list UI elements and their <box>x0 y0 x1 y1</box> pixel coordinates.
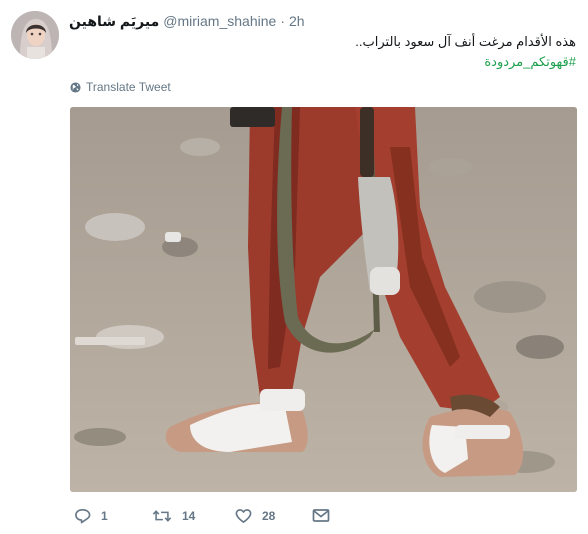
tweet-header: ميريَم شاهين @miriam_shahine · 2h <box>69 11 305 31</box>
direct-message-button[interactable] <box>312 508 340 523</box>
hashtag-link[interactable]: #قهوتكم_مردودة <box>76 52 576 72</box>
reply-count: 1 <box>101 509 108 523</box>
tweet-actions: 1 14 28 <box>70 508 470 528</box>
like-button[interactable]: 28 <box>235 508 275 524</box>
tweet-card[interactable]: ميريَم شاهين @miriam_shahine · 2h هذه ال… <box>0 0 588 534</box>
tweet-text: هذه الأقدام مرغت أنف آل سعود بالتراب.. #… <box>76 32 576 72</box>
display-name[interactable]: ميريَم شاهين <box>69 13 159 30</box>
tweet-photo[interactable] <box>70 107 577 492</box>
retweet-button[interactable]: 14 <box>152 508 195 524</box>
retweet-count: 14 <box>182 509 196 523</box>
reply-icon <box>75 509 91 524</box>
envelope-icon <box>312 509 330 522</box>
translate-tweet-link[interactable]: Translate Tweet <box>70 80 171 94</box>
separator-dot: · <box>280 13 285 29</box>
user-handle[interactable]: @miriam_shahine <box>163 13 276 29</box>
retweet-icon <box>152 510 172 522</box>
avatar[interactable] <box>11 11 59 59</box>
tweet-timestamp[interactable]: 2h <box>289 13 305 29</box>
heart-icon <box>235 509 252 523</box>
photo-image <box>70 107 577 492</box>
globe-icon <box>70 81 81 93</box>
like-count: 28 <box>262 509 276 523</box>
avatar-image <box>11 11 59 59</box>
reply-button[interactable]: 1 <box>74 508 108 524</box>
translate-tweet-label: Translate Tweet <box>86 80 171 94</box>
tweet-text-line: هذه الأقدام مرغت أنف آل سعود بالتراب.. <box>355 34 576 49</box>
